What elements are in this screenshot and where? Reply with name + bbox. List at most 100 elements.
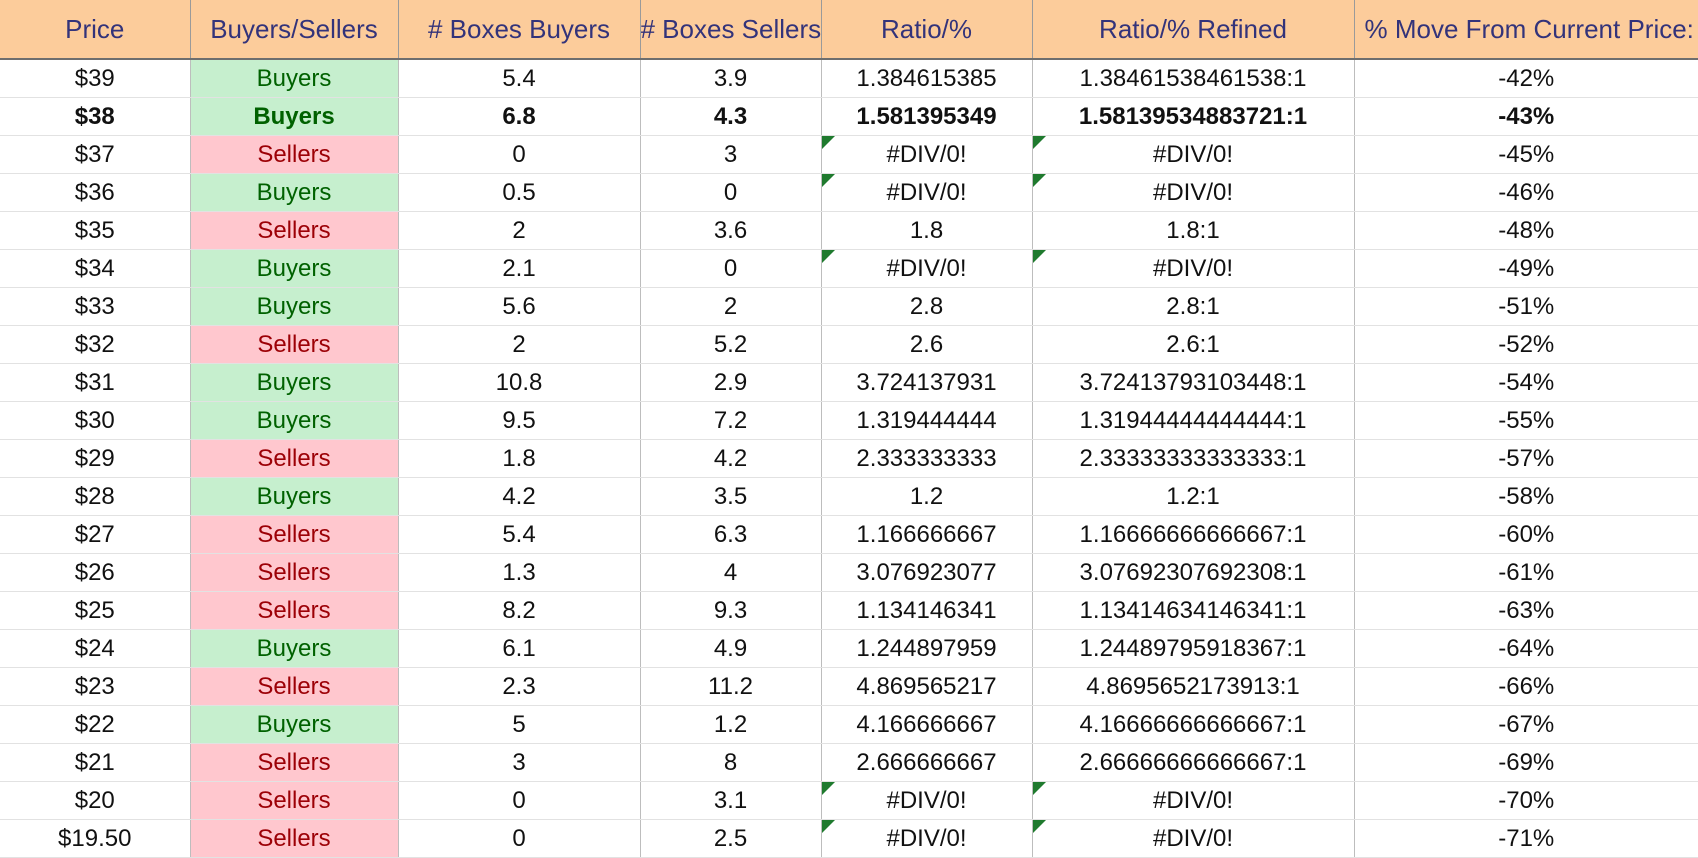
cell-buyers-sellers[interactable]: Buyers: [190, 249, 399, 288]
header-move-from-current[interactable]: % Move From Current Price:: [1354, 0, 1698, 60]
cell-price[interactable]: $29: [0, 439, 191, 478]
cell-boxes-buyers[interactable]: 3: [398, 743, 641, 782]
cell-price[interactable]: $31: [0, 363, 191, 402]
cell-buyers-sellers[interactable]: Sellers: [190, 211, 399, 250]
cell-price[interactable]: $33: [0, 287, 191, 326]
cell-move[interactable]: -66%: [1354, 667, 1698, 706]
cell-boxes-buyers[interactable]: 1.8: [398, 439, 641, 478]
cell-boxes-buyers[interactable]: 2.1: [398, 249, 641, 288]
cell-boxes-sellers[interactable]: 9.3: [640, 591, 822, 630]
cell-boxes-sellers[interactable]: 4.3: [640, 97, 822, 136]
cell-buyers-sellers[interactable]: Sellers: [190, 667, 399, 706]
cell-ratio-refined[interactable]: 2.66666666666667:1: [1032, 743, 1355, 782]
cell-ratio-refined[interactable]: 1.13414634146341:1: [1032, 591, 1355, 630]
cell-price[interactable]: $27: [0, 515, 191, 554]
cell-move[interactable]: -61%: [1354, 553, 1698, 592]
cell-ratio[interactable]: 2.333333333: [821, 439, 1033, 478]
cell-buyers-sellers[interactable]: Sellers: [190, 135, 399, 174]
cell-boxes-buyers[interactable]: 0: [398, 781, 641, 820]
cell-move[interactable]: -69%: [1354, 743, 1698, 782]
cell-price[interactable]: $28: [0, 477, 191, 516]
cell-ratio-refined[interactable]: #DIV/0!: [1032, 781, 1355, 820]
cell-boxes-sellers[interactable]: 0: [640, 173, 822, 212]
cell-ratio[interactable]: 1.244897959: [821, 629, 1033, 668]
cell-ratio-refined[interactable]: 1.38461538461538:1: [1032, 59, 1355, 98]
cell-boxes-buyers[interactable]: 6.1: [398, 629, 641, 668]
cell-boxes-buyers[interactable]: 5.6: [398, 287, 641, 326]
cell-buyers-sellers[interactable]: Buyers: [190, 401, 399, 440]
cell-move[interactable]: -45%: [1354, 135, 1698, 174]
cell-move[interactable]: -42%: [1354, 59, 1698, 98]
cell-move[interactable]: -51%: [1354, 287, 1698, 326]
cell-price[interactable]: $38: [0, 97, 191, 136]
cell-buyers-sellers[interactable]: Buyers: [190, 173, 399, 212]
cell-price[interactable]: $36: [0, 173, 191, 212]
cell-move[interactable]: -64%: [1354, 629, 1698, 668]
cell-ratio-refined[interactable]: 2.6:1: [1032, 325, 1355, 364]
header-ratio-refined[interactable]: Ratio/% Refined: [1032, 0, 1355, 60]
header-buyers-sellers[interactable]: Buyers/Sellers: [190, 0, 399, 60]
cell-price[interactable]: $23: [0, 667, 191, 706]
cell-price[interactable]: $37: [0, 135, 191, 174]
cell-boxes-sellers[interactable]: 4.2: [640, 439, 822, 478]
cell-boxes-buyers[interactable]: 10.8: [398, 363, 641, 402]
cell-ratio[interactable]: #DIV/0!: [821, 135, 1033, 174]
cell-boxes-buyers[interactable]: 1.3: [398, 553, 641, 592]
cell-ratio[interactable]: #DIV/0!: [821, 781, 1033, 820]
cell-boxes-sellers[interactable]: 3.9: [640, 59, 822, 98]
cell-boxes-sellers[interactable]: 2.9: [640, 363, 822, 402]
cell-ratio[interactable]: 2.666666667: [821, 743, 1033, 782]
cell-ratio[interactable]: #DIV/0!: [821, 173, 1033, 212]
cell-ratio-refined[interactable]: 4.16666666666667:1: [1032, 705, 1355, 744]
cell-buyers-sellers[interactable]: Sellers: [190, 743, 399, 782]
cell-move[interactable]: -55%: [1354, 401, 1698, 440]
cell-boxes-buyers[interactable]: 5: [398, 705, 641, 744]
cell-ratio[interactable]: 1.581395349: [821, 97, 1033, 136]
cell-move[interactable]: -57%: [1354, 439, 1698, 478]
cell-boxes-buyers[interactable]: 5.4: [398, 59, 641, 98]
cell-ratio[interactable]: 3.724137931: [821, 363, 1033, 402]
cell-move[interactable]: -63%: [1354, 591, 1698, 630]
cell-move[interactable]: -52%: [1354, 325, 1698, 364]
cell-boxes-sellers[interactable]: 5.2: [640, 325, 822, 364]
cell-boxes-buyers[interactable]: 2.3: [398, 667, 641, 706]
cell-buyers-sellers[interactable]: Buyers: [190, 363, 399, 402]
header-price[interactable]: Price: [0, 0, 191, 60]
cell-ratio[interactable]: 2.6: [821, 325, 1033, 364]
cell-ratio[interactable]: 1.319444444: [821, 401, 1033, 440]
cell-ratio-refined[interactable]: 1.8:1: [1032, 211, 1355, 250]
cell-boxes-buyers[interactable]: 9.5: [398, 401, 641, 440]
header-boxes-sellers[interactable]: # Boxes Sellers: [640, 0, 822, 60]
cell-move[interactable]: -54%: [1354, 363, 1698, 402]
cell-ratio[interactable]: 1.134146341: [821, 591, 1033, 630]
cell-boxes-sellers[interactable]: 1.2: [640, 705, 822, 744]
cell-boxes-sellers[interactable]: 6.3: [640, 515, 822, 554]
cell-price[interactable]: $39: [0, 59, 191, 98]
cell-buyers-sellers[interactable]: Buyers: [190, 59, 399, 98]
cell-move[interactable]: -49%: [1354, 249, 1698, 288]
header-boxes-buyers[interactable]: # Boxes Buyers: [398, 0, 641, 60]
cell-ratio[interactable]: #DIV/0!: [821, 249, 1033, 288]
cell-price[interactable]: $32: [0, 325, 191, 364]
cell-price[interactable]: $24: [0, 629, 191, 668]
cell-ratio[interactable]: 4.166666667: [821, 705, 1033, 744]
cell-buyers-sellers[interactable]: Sellers: [190, 439, 399, 478]
cell-boxes-buyers[interactable]: 4.2: [398, 477, 641, 516]
cell-buyers-sellers[interactable]: Sellers: [190, 515, 399, 554]
cell-buyers-sellers[interactable]: Sellers: [190, 591, 399, 630]
cell-ratio[interactable]: 2.8: [821, 287, 1033, 326]
cell-buyers-sellers[interactable]: Sellers: [190, 325, 399, 364]
cell-ratio-refined[interactable]: #DIV/0!: [1032, 249, 1355, 288]
cell-ratio[interactable]: 3.076923077: [821, 553, 1033, 592]
cell-ratio[interactable]: 1.166666667: [821, 515, 1033, 554]
cell-ratio[interactable]: 1.384615385: [821, 59, 1033, 98]
cell-ratio-refined[interactable]: 1.58139534883721:1: [1032, 97, 1355, 136]
cell-boxes-sellers[interactable]: 3.6: [640, 211, 822, 250]
cell-ratio-refined[interactable]: #DIV/0!: [1032, 173, 1355, 212]
cell-boxes-sellers[interactable]: 2: [640, 287, 822, 326]
cell-move[interactable]: -43%: [1354, 97, 1698, 136]
cell-price[interactable]: $22: [0, 705, 191, 744]
cell-price[interactable]: $30: [0, 401, 191, 440]
cell-boxes-buyers[interactable]: 0: [398, 135, 641, 174]
cell-ratio-refined[interactable]: 2.33333333333333:1: [1032, 439, 1355, 478]
